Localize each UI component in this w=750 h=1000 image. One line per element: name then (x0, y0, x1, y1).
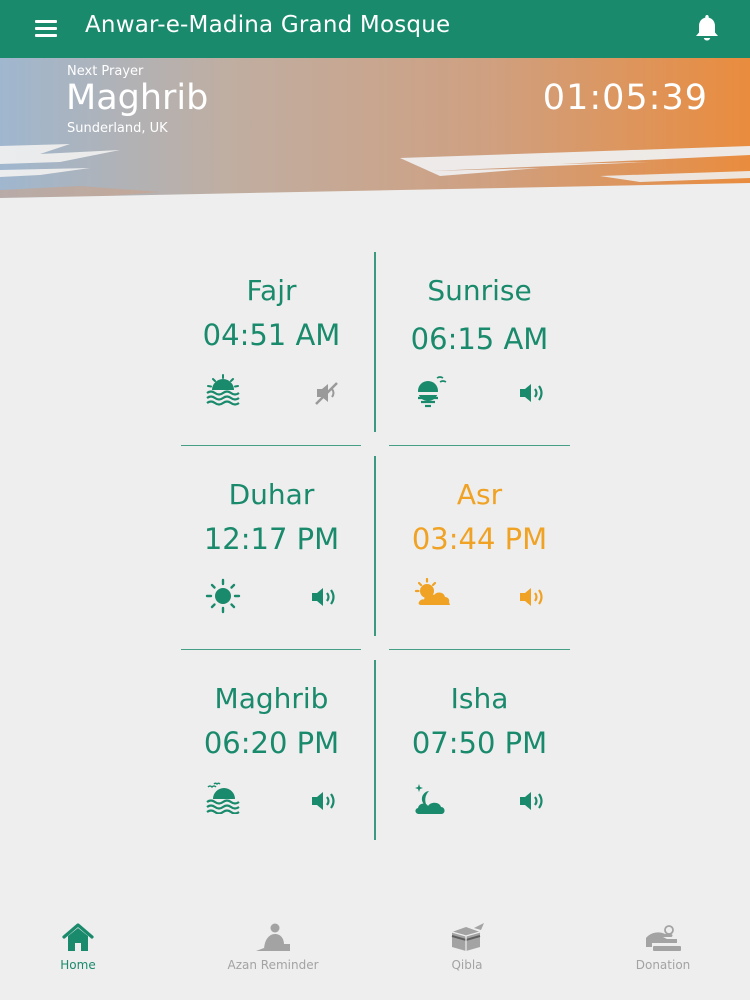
tab-label: Home (60, 958, 96, 972)
tab-donation[interactable]: Donation (603, 922, 723, 972)
sunrise-waves-icon (205, 374, 241, 410)
location-label: Sunderland, UK (67, 121, 168, 136)
next-prayer-name: Maghrib (66, 78, 209, 118)
prayer-name: Maghrib (214, 682, 329, 715)
prayer-card-duhar[interactable]: Duhar 12:17 PM (181, 456, 362, 636)
prayer-time: 12:17 PM (203, 522, 340, 556)
app-title: Anwar-e-Madina Grand Mosque (85, 12, 451, 38)
kaaba-icon (407, 922, 527, 956)
speaker-on-icon[interactable] (310, 585, 340, 613)
speaker-on-icon[interactable] (518, 789, 548, 817)
divider (181, 649, 361, 650)
tab-label: Donation (635, 958, 691, 972)
bell-icon[interactable] (694, 13, 720, 47)
prayer-time: 07:50 PM (411, 726, 548, 760)
speaker-on-icon[interactable] (518, 585, 548, 613)
prayer-name: Fajr (246, 274, 297, 307)
divider (374, 252, 376, 432)
prayer-time: 04:51 AM (202, 318, 341, 352)
prayer-card-isha[interactable]: Isha 07:50 PM (389, 660, 570, 840)
next-prayer-banner: Next Prayer Maghrib Sunderland, UK 01:05… (0, 58, 750, 218)
prayer-name: Isha (450, 682, 509, 715)
sun-icon (205, 578, 241, 618)
home-icon (18, 922, 138, 956)
sun-cloud-icon (413, 577, 451, 612)
prayer-person-icon (213, 922, 333, 956)
prayer-time: 06:15 AM (410, 322, 549, 356)
divider (181, 445, 361, 446)
moon-cloud-icon (413, 782, 449, 820)
bottom-tab-bar: Home Azan Reminder Qibla Donation (0, 910, 750, 1000)
prayer-name: Duhar (228, 478, 315, 511)
sun-rising-icon (413, 374, 449, 412)
prayer-card-fajr[interactable]: Fajr 04:51 AM (181, 252, 362, 432)
divider (389, 649, 570, 650)
prayer-name: Asr (456, 478, 503, 511)
tab-home[interactable]: Home (18, 922, 138, 972)
divider (374, 660, 376, 840)
countdown-timer: 01:05:39 (542, 78, 708, 118)
tab-label: Azan Reminder (227, 958, 319, 972)
menu-icon[interactable] (35, 20, 57, 37)
prayer-time: 06:20 PM (203, 726, 340, 760)
donation-hand-icon (603, 922, 723, 956)
prayer-name: Sunrise (427, 274, 532, 307)
prayer-times-grid: Fajr 04:51 AM Sunrise 06:15 AM Duhar 12:… (181, 252, 570, 840)
sunset-waves-icon (205, 782, 243, 818)
divider (374, 456, 376, 636)
prayer-card-asr[interactable]: Asr 03:44 PM (389, 456, 570, 636)
tab-azan-reminder[interactable]: Azan Reminder (213, 922, 333, 972)
tab-qibla[interactable]: Qibla (407, 922, 527, 972)
prayer-card-maghrib[interactable]: Maghrib 06:20 PM (181, 660, 362, 840)
speaker-muted-icon[interactable] (314, 381, 340, 409)
next-prayer-label: Next Prayer (67, 64, 144, 79)
prayer-card-sunrise[interactable]: Sunrise 06:15 AM (389, 252, 570, 432)
speaker-on-icon[interactable] (310, 789, 340, 817)
tab-label: Qibla (451, 958, 483, 972)
speaker-on-icon[interactable] (518, 381, 548, 409)
top-app-bar: Anwar-e-Madina Grand Mosque (0, 0, 750, 58)
prayer-time: 03:44 PM (411, 522, 548, 556)
divider (389, 445, 570, 446)
